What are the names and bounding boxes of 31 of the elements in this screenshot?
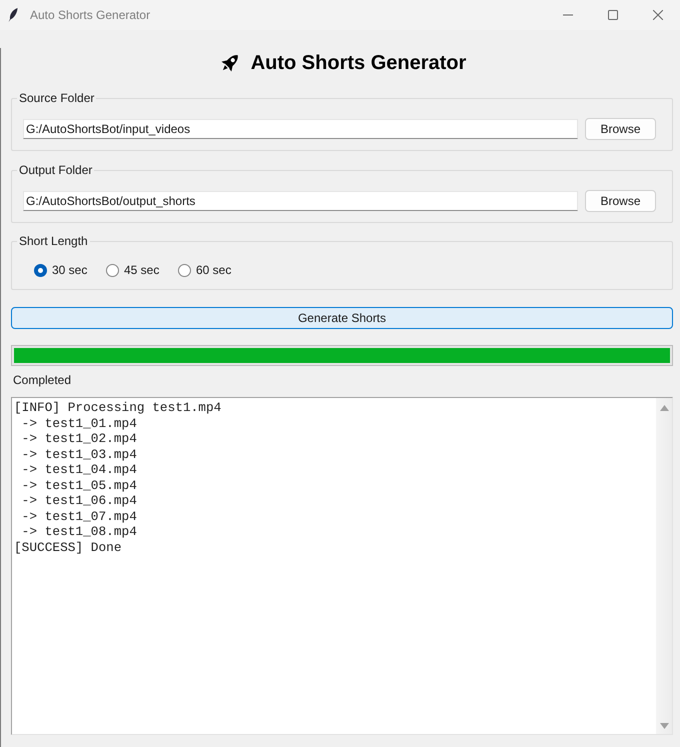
scrollbar[interactable]: [656, 398, 672, 734]
path-field[interactable]: G:/AutoShortsBot/output_shorts: [23, 191, 578, 211]
browse-button[interactable]: Browse: [585, 190, 656, 212]
log-line: [SUCCESS] Done: [14, 540, 122, 555]
status-label: Completed: [13, 372, 72, 388]
path-field[interactable]: G:/AutoShortsBot/input_videos: [23, 119, 578, 139]
radio-option[interactable]: 30 sec: [34, 262, 106, 278]
radio-option[interactable]: 60 sec: [178, 262, 250, 278]
down-arrow-icon[interactable]: [660, 723, 668, 729]
radio-option[interactable]: 45 sec: [106, 262, 178, 278]
log-line: -> test1_03.mp4: [20, 446, 137, 462]
log-line: -> test1_07.mp4: [20, 508, 137, 524]
log-line: -> test1_04.mp4: [20, 462, 137, 478]
log-line: -> test1_02.mp4: [20, 431, 137, 446]
window-title: Auto Shorts Generator: [30, 8, 150, 22]
generate-button[interactable]: Generate Shorts: [11, 307, 673, 329]
log-text-area[interactable]: [INFO] Processing test1.mp4 -> test1_01.mp4 -> test1_02.mp4 -> test1_03.mp4 -> test1_04.mp4 -> test1_05.mp4 -> test1_06.mp4 -> test1_07.mp4 -> test1_08.mp4 [SUCCESS] Done: [12, 398, 656, 734]
maximize-icon: [608, 10, 618, 20]
close-icon: [652, 10, 662, 20]
section-label: Source Folder: [18, 90, 96, 106]
section-label: Output Folder: [18, 162, 94, 178]
feather-icon: [8, 8, 18, 22]
browse-button[interactable]: Browse: [585, 118, 656, 140]
log-line: -> test1_06.mp4: [20, 493, 137, 508]
log-line: -> test1_05.mp4: [20, 478, 137, 493]
log-line: -> test1_08.mp4: [20, 524, 137, 540]
up-arrow-icon[interactable]: [660, 405, 668, 411]
log-line: -> test1_01.mp4: [20, 416, 137, 431]
log-line: [INFO] Processing test1.mp4: [14, 400, 222, 416]
app-heading: Auto Shorts Generator: [250, 52, 466, 74]
section-label: Short Length: [18, 233, 89, 249]
